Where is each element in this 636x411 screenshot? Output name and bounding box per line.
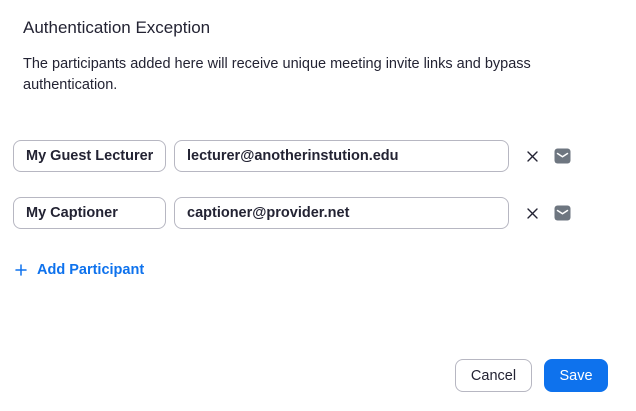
remove-participant-button[interactable] (521, 201, 543, 225)
participant-name-field[interactable] (13, 197, 166, 229)
authentication-exception-dialog: Authentication Exception The participant… (0, 0, 636, 411)
add-participant-button[interactable]: Add Participant (15, 258, 144, 282)
participant-row (13, 140, 613, 172)
participant-email-field[interactable] (174, 140, 509, 172)
participant-email-field[interactable] (174, 197, 509, 229)
plus-icon (15, 264, 27, 276)
envelope-icon (554, 205, 570, 221)
close-icon (526, 207, 538, 219)
envelope-icon (554, 148, 570, 164)
close-icon (526, 150, 538, 162)
dialog-title: Authentication Exception (23, 18, 211, 37)
dialog-description: The participants added here will receive… (23, 56, 531, 93)
participant-name-field[interactable] (13, 140, 166, 172)
send-invite-button[interactable] (553, 147, 571, 165)
send-invite-button[interactable] (553, 204, 571, 222)
remove-participant-button[interactable] (521, 144, 543, 168)
participant-row (13, 197, 613, 229)
cancel-button[interactable]: Cancel (455, 359, 532, 392)
save-button[interactable]: Save (544, 359, 608, 392)
add-participant-label: Add Participant (37, 262, 145, 278)
